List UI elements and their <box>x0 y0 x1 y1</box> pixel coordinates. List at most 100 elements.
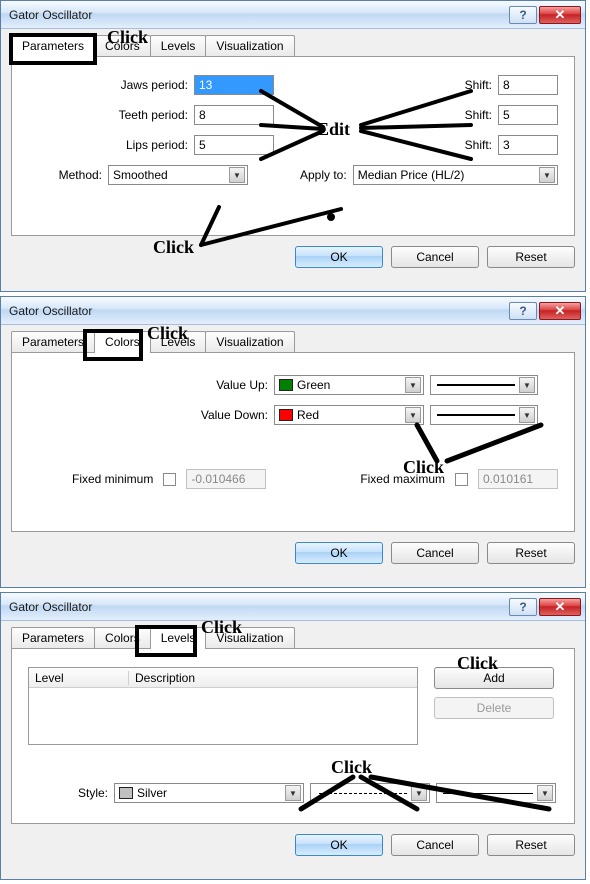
fixed-maximum-checkbox[interactable] <box>455 473 468 486</box>
close-button[interactable]: ✕ <box>539 598 581 616</box>
tab-levels[interactable]: Levels <box>150 331 207 352</box>
add-button[interactable]: Add <box>434 667 554 689</box>
tab-visualization[interactable]: Visualization <box>205 35 294 56</box>
method-value: Smoothed <box>113 168 229 182</box>
color-swatch-green <box>279 379 293 391</box>
window-title: Gator Oscillator <box>9 600 509 614</box>
value-up-label: Value Up: <box>28 378 268 392</box>
teeth-shift-input[interactable] <box>498 105 558 125</box>
reset-button[interactable]: Reset <box>487 542 575 564</box>
lips-period-label: Lips period: <box>28 138 188 152</box>
value-up-linewidth-select[interactable]: ▼ <box>430 375 538 395</box>
style-linestyle-select[interactable]: ▼ <box>310 783 430 803</box>
chevron-down-icon: ▼ <box>539 167 555 183</box>
chevron-down-icon: ▼ <box>405 377 421 393</box>
list-header: Level Description <box>29 668 417 688</box>
teeth-shift-label: Shift: <box>465 108 492 122</box>
chevron-down-icon: ▼ <box>405 407 421 423</box>
value-down-color-name: Red <box>297 408 405 422</box>
help-button[interactable]: ? <box>509 598 537 616</box>
cancel-button[interactable]: Cancel <box>391 834 479 856</box>
titlebar[interactable]: Gator Oscillator ? ✕ <box>1 593 585 621</box>
reset-button[interactable]: Reset <box>487 246 575 268</box>
chevron-down-icon: ▼ <box>411 785 427 801</box>
color-swatch-silver <box>119 787 133 799</box>
levels-list[interactable]: Level Description <box>28 667 418 745</box>
tab-parameters[interactable]: Parameters <box>11 331 95 352</box>
tab-visualization[interactable]: Visualization <box>205 331 294 352</box>
value-down-label: Value Down: <box>28 408 268 422</box>
help-button[interactable]: ? <box>509 6 537 24</box>
lips-shift-label: Shift: <box>465 138 492 152</box>
lips-shift-input[interactable] <box>498 135 558 155</box>
ok-button[interactable]: OK <box>295 834 383 856</box>
chevron-down-icon: ▼ <box>519 407 535 423</box>
value-down-color-select[interactable]: Red ▼ <box>274 405 424 425</box>
close-button[interactable]: ✕ <box>539 6 581 24</box>
color-swatch-red <box>279 409 293 421</box>
style-label: Style: <box>28 786 108 800</box>
tab-levels[interactable]: Levels <box>150 35 207 56</box>
fixed-maximum-value <box>478 469 558 489</box>
method-label: Method: <box>28 168 102 182</box>
teeth-period-label: Teeth period: <box>28 108 188 122</box>
line-sample <box>437 384 515 386</box>
fixed-minimum-checkbox[interactable] <box>163 473 176 486</box>
value-up-color-select[interactable]: Green ▼ <box>274 375 424 395</box>
delete-button[interactable]: Delete <box>434 697 554 719</box>
dialog-body: Parameters Colors Levels Visualization J… <box>1 29 585 278</box>
lips-period-input[interactable] <box>194 135 274 155</box>
style-color-name: Silver <box>137 786 285 800</box>
dialog-body: Parameters Colors Levels Visualization L… <box>1 621 585 866</box>
jaws-period-input[interactable] <box>194 75 274 95</box>
teeth-period-input[interactable] <box>194 105 274 125</box>
chevron-down-icon: ▼ <box>519 377 535 393</box>
dialog-parameters: Gator Oscillator ? ✕ Parameters Colors L… <box>0 0 586 292</box>
method-select[interactable]: Smoothed ▼ <box>108 165 248 185</box>
ok-button[interactable]: OK <box>295 542 383 564</box>
titlebar[interactable]: Gator Oscillator ? ✕ <box>1 1 585 29</box>
dialog-colors: Gator Oscillator ? ✕ Parameters Colors L… <box>0 296 586 588</box>
dialog-body: Parameters Colors Levels Visualization V… <box>1 325 585 574</box>
tab-colors[interactable]: Colors <box>94 331 151 353</box>
tab-visualization[interactable]: Visualization <box>205 627 294 648</box>
chevron-down-icon: ▼ <box>537 785 553 801</box>
titlebar[interactable]: Gator Oscillator ? ✕ <box>1 297 585 325</box>
value-up-color-name: Green <box>297 378 405 392</box>
ok-button[interactable]: OK <box>295 246 383 268</box>
line-sample <box>443 793 533 794</box>
jaws-shift-input[interactable] <box>498 75 558 95</box>
window-title: Gator Oscillator <box>9 304 509 318</box>
tab-panel: Value Up: Green ▼ ▼ Value Down: Red ▼ <box>11 352 575 532</box>
value-down-linewidth-select[interactable]: ▼ <box>430 405 538 425</box>
style-linewidth-select[interactable]: ▼ <box>436 783 556 803</box>
help-button[interactable]: ? <box>509 302 537 320</box>
apply-to-label: Apply to: <box>300 168 347 182</box>
col-level: Level <box>29 671 129 685</box>
col-description: Description <box>129 671 417 685</box>
dialog-levels: Gator Oscillator ? ✕ Parameters Colors L… <box>0 592 586 880</box>
fixed-minimum-value <box>186 469 266 489</box>
tab-levels[interactable]: Levels <box>150 627 207 649</box>
close-button[interactable]: ✕ <box>539 302 581 320</box>
apply-to-select[interactable]: Median Price (HL/2) ▼ <box>353 165 558 185</box>
fixed-maximum-label: Fixed maximum <box>360 472 445 486</box>
tab-panel: Level Description Add Delete Style: Silv… <box>11 648 575 824</box>
dashed-line-sample <box>315 793 411 794</box>
line-sample <box>437 414 515 416</box>
tab-colors[interactable]: Colors <box>94 627 151 648</box>
tab-panel: Jaws period: Shift: Teeth period: Shift:… <box>11 56 575 236</box>
fixed-minimum-label: Fixed minimum <box>72 472 153 486</box>
jaws-period-label: Jaws period: <box>28 78 188 92</box>
tab-parameters[interactable]: Parameters <box>11 35 95 57</box>
tab-parameters[interactable]: Parameters <box>11 627 95 648</box>
cancel-button[interactable]: Cancel <box>391 542 479 564</box>
cancel-button[interactable]: Cancel <box>391 246 479 268</box>
style-color-select[interactable]: Silver ▼ <box>114 783 304 803</box>
chevron-down-icon: ▼ <box>229 167 245 183</box>
window-title: Gator Oscillator <box>9 8 509 22</box>
tab-colors[interactable]: Colors <box>94 35 151 56</box>
jaws-shift-label: Shift: <box>465 78 492 92</box>
apply-to-value: Median Price (HL/2) <box>358 168 539 182</box>
reset-button[interactable]: Reset <box>487 834 575 856</box>
